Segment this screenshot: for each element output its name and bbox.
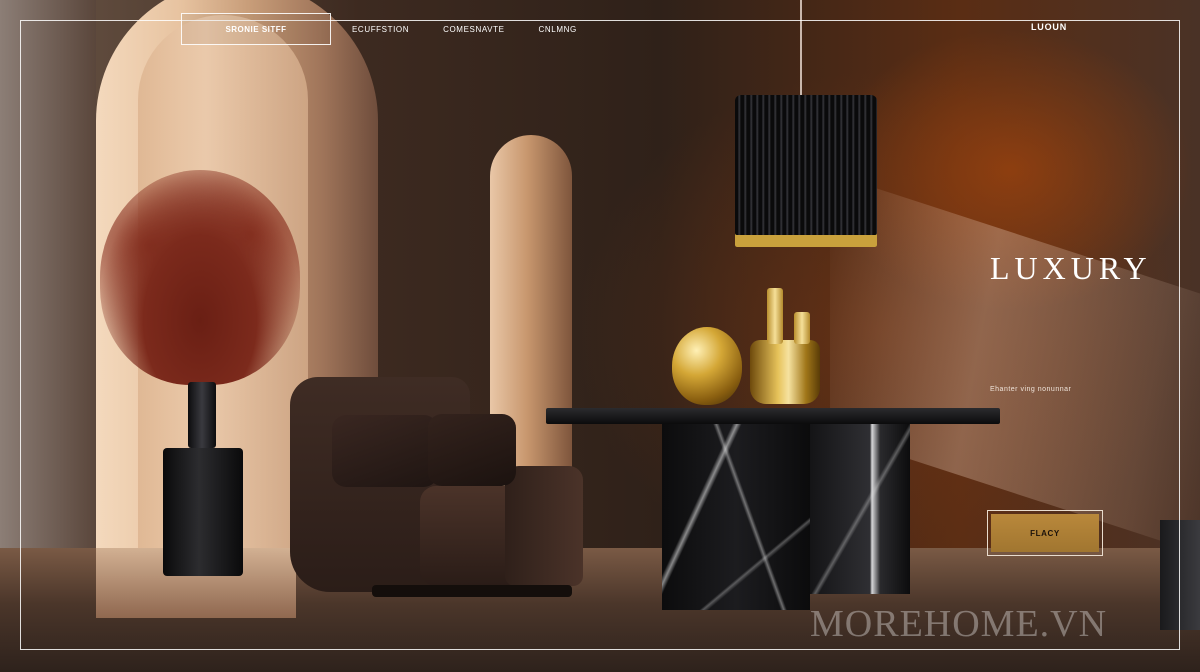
black-pedestal bbox=[163, 448, 243, 576]
nav-outlined-button[interactable]: SRONIE SITFF bbox=[181, 13, 331, 45]
pendant-lamp bbox=[735, 95, 877, 247]
marble-table-leg bbox=[810, 424, 910, 594]
cta-button-label: FLACY bbox=[991, 514, 1099, 552]
gold-sculpture bbox=[672, 327, 742, 405]
armchair-pillow bbox=[332, 415, 438, 487]
brand-logo[interactable]: LUOUN bbox=[1031, 22, 1067, 32]
hero-title: LUXURY bbox=[990, 250, 1152, 286]
armchair-arm bbox=[505, 466, 583, 586]
nav-link-1[interactable]: ECUFFSTION bbox=[352, 25, 409, 34]
right-side-vase bbox=[1160, 520, 1200, 630]
gold-candle bbox=[767, 288, 783, 344]
watermark: MOREHOME.VN bbox=[810, 603, 1108, 645]
armchair-pillow bbox=[428, 414, 516, 486]
cta-button[interactable]: FLACY bbox=[987, 510, 1103, 556]
nav-links: ECUFFSTION COMESNAVTE CNLMNG bbox=[352, 22, 577, 36]
gold-candle-holder bbox=[750, 340, 820, 404]
gold-candle bbox=[794, 312, 810, 344]
lamp-cord bbox=[800, 0, 802, 96]
marble-table-top bbox=[546, 408, 1000, 424]
page: SRONIE SITFF ECUFFSTION COMESNAVTE CNLMN… bbox=[0, 0, 1200, 672]
marble-table-leg bbox=[662, 424, 810, 610]
hero-subtitle: Ehanter ving nonunnar bbox=[990, 386, 1072, 393]
armchair-base bbox=[372, 585, 572, 597]
nav-outlined-button-label: SRONIE SITFF bbox=[225, 24, 287, 34]
nav-link-3[interactable]: CNLMNG bbox=[539, 25, 577, 34]
plant-vase bbox=[188, 382, 216, 448]
pampas-plant bbox=[100, 170, 300, 385]
nav-link-2[interactable]: COMESNAVTE bbox=[443, 25, 504, 34]
